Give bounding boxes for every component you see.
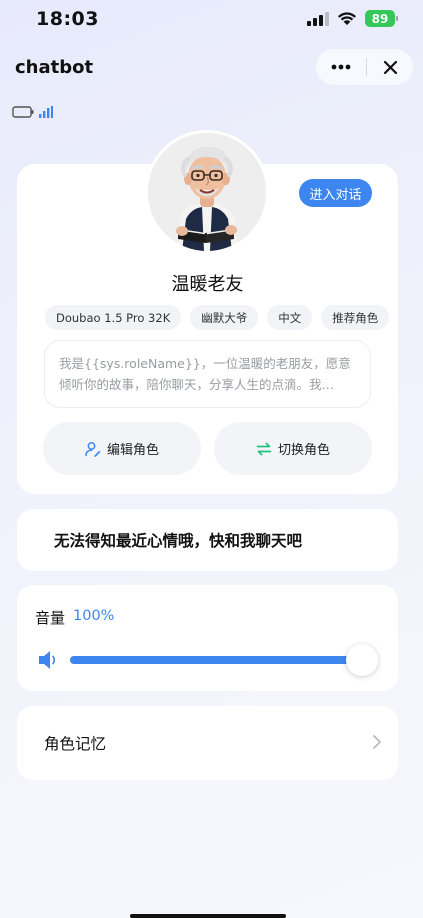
edit-user-icon xyxy=(85,441,101,457)
tag-model: Doubao 1.5 Pro 32K xyxy=(45,305,182,330)
switch-role-button[interactable]: 切换角色 xyxy=(214,422,372,475)
switch-arrows-icon xyxy=(256,442,272,455)
wifi-icon xyxy=(338,12,356,25)
volume-value: 100% xyxy=(73,608,115,624)
more-dots-icon xyxy=(331,64,351,70)
mood-card[interactable]: 无法得知最近心情哦，快和我聊天吧 xyxy=(17,509,398,571)
volume-slider-thumb[interactable] xyxy=(346,644,378,676)
edit-role-label: 编辑角色 xyxy=(106,443,159,458)
volume-label: 音量 xyxy=(35,609,66,627)
status-time: 18:03 xyxy=(36,8,99,30)
status-bar: 18:03 89 xyxy=(0,0,423,40)
role-prompt-preview[interactable]: 我是{{sys.roleName}}，一位温暖的老朋友，愿意 倾听你的故事，陪你… xyxy=(44,340,371,408)
volume-slider-fill xyxy=(70,656,360,664)
prompt-line-2: 倾听你的故事，陪你聊天，分享人生的点滴。我… xyxy=(59,377,335,392)
volume-card: 音量 100% xyxy=(17,585,398,691)
mini-program-capsule xyxy=(316,49,413,85)
role-avatar xyxy=(145,130,269,254)
status-icons: 89 xyxy=(307,10,398,27)
enter-chat-button[interactable]: 进入对话 xyxy=(299,179,372,207)
grandpa-avatar-image xyxy=(148,133,266,251)
mood-text: 无法得知最近心情哦，快和我聊天吧 xyxy=(54,532,303,550)
cellular-signal-icon xyxy=(307,11,329,26)
edit-role-button[interactable]: 编辑角色 xyxy=(43,422,201,475)
battery-outline-icon xyxy=(12,106,34,118)
signal-bars-icon xyxy=(39,106,53,118)
tag-personality: 幽默大爷 xyxy=(190,305,259,330)
volume-slider[interactable] xyxy=(70,656,360,664)
more-button[interactable] xyxy=(316,49,366,85)
role-name: 温暖老友 xyxy=(171,274,244,295)
prompt-line-1: 我是{{sys.roleName}}，一位温暖的老朋友，愿意 xyxy=(59,356,351,371)
switch-role-label: 切换角色 xyxy=(277,443,330,458)
role-tags: Doubao 1.5 Pro 32K 幽默大爷 中文 推荐角色 xyxy=(45,305,390,330)
role-memory-row[interactable]: 角色记忆 xyxy=(17,706,398,780)
battery-icon: 89 xyxy=(365,10,398,27)
close-button[interactable] xyxy=(367,49,413,85)
tag-language: 中文 xyxy=(267,305,313,330)
home-indicator xyxy=(130,914,286,918)
network-indicator xyxy=(12,106,53,118)
chevron-right-icon xyxy=(373,735,381,749)
speaker-icon xyxy=(39,651,56,669)
tag-recommended: 推荐角色 xyxy=(321,305,390,330)
close-icon xyxy=(383,60,397,74)
role-memory-label: 角色记忆 xyxy=(44,735,107,753)
app-title: chatbot xyxy=(15,57,94,78)
